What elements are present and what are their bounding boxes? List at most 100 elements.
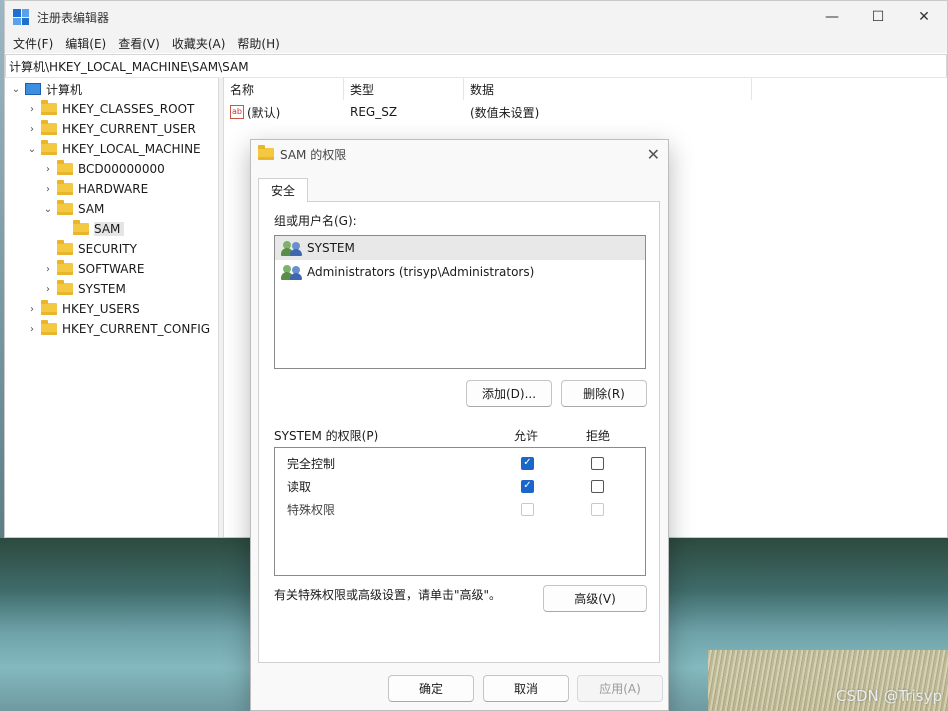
allow-special-checkbox <box>521 502 534 516</box>
user-name: Administrators (trisyp\Administrators) <box>307 265 535 279</box>
folder-icon <box>57 180 73 195</box>
security-tab-panel: 组或用户名(G): SYSTEM Administrators (trisyp\… <box>258 201 660 663</box>
chevron-right-icon[interactable]: › <box>43 284 53 295</box>
address-text: 计算机\HKEY_LOCAL_MACHINE\SAM\SAM <box>9 59 249 74</box>
computer-icon <box>25 83 41 95</box>
tree-label: HKEY_CURRENT_USER <box>62 122 196 136</box>
chevron-right-icon[interactable]: › <box>27 124 37 135</box>
chevron-right-icon[interactable]: › <box>43 164 53 175</box>
ok-button[interactable]: 确定 <box>388 675 474 702</box>
tree-node-sam[interactable]: ⌄ SAM <box>43 199 104 219</box>
dialog-close-icon[interactable]: ✕ <box>647 145 660 164</box>
advanced-hint: 有关特殊权限或高级设置，请单击"高级"。 <box>274 588 502 602</box>
menu-file[interactable]: 文件(F) <box>7 35 59 52</box>
tree-node-hku[interactable]: › HKEY_USERS <box>27 299 140 319</box>
close-button[interactable]: ✕ <box>901 1 947 33</box>
tree-label: SECURITY <box>78 242 137 256</box>
perm-name: 完全控制 <box>287 456 336 471</box>
folder-icon <box>258 145 274 160</box>
minimize-button[interactable]: — <box>809 1 855 33</box>
registry-tree: ⌄ 计算机 › HKEY_CLASSES_ROOT › HKEY_CURRENT… <box>5 77 219 537</box>
chevron-right-icon[interactable]: › <box>27 324 37 335</box>
watermark: CSDN @Trisyp <box>835 687 942 705</box>
address-bar[interactable]: 计算机\HKEY_LOCAL_MACHINE\SAM\SAM <box>5 54 947 78</box>
title-bar[interactable]: 注册表编辑器 — ☐ ✕ <box>5 1 947 33</box>
column-header-data[interactable]: 数据 <box>464 78 752 100</box>
deny-special-checkbox <box>591 502 604 516</box>
perm-row-read: 读取 ✓ <box>275 475 645 497</box>
perm-row-full-control: 完全控制 ✓ <box>275 452 645 474</box>
allow-header: 允许 <box>514 429 539 443</box>
chevron-right-icon[interactable]: › <box>43 184 53 195</box>
tree-node-security[interactable]: SECURITY <box>43 239 137 259</box>
perm-name: 读取 <box>287 479 312 494</box>
tree-node-sam-sam[interactable]: SAM <box>59 219 125 239</box>
tree-label: HKEY_CURRENT_CONFIG <box>62 322 211 336</box>
menu-edit[interactable]: 编辑(E) <box>59 35 112 52</box>
menu-bar: 文件(F) 编辑(E) 查看(V) 收藏夹(A) 帮助(H) <box>5 33 947 53</box>
dialog-title-bar[interactable]: SAM 的权限 <box>251 140 668 168</box>
chevron-right-icon[interactable]: › <box>43 264 53 275</box>
users-icon <box>281 264 303 280</box>
tree-node-hklm[interactable]: ⌄ HKEY_LOCAL_MACHINE <box>27 139 201 159</box>
tree-label: HARDWARE <box>78 182 149 196</box>
apply-button: 应用(A) <box>577 675 663 702</box>
folder-icon <box>57 280 73 295</box>
chevron-down-icon[interactable]: ⌄ <box>11 84 21 95</box>
tree-node-computer[interactable]: ⌄ 计算机 <box>11 79 82 99</box>
menu-view[interactable]: 查看(V) <box>112 35 166 52</box>
remove-button[interactable]: 删除(R) <box>561 380 647 407</box>
string-value-icon: ab <box>230 105 244 119</box>
tab-security[interactable]: 安全 <box>258 178 308 202</box>
registry-app-icon <box>13 9 29 25</box>
add-button[interactable]: 添加(D)... <box>466 380 552 407</box>
value-name: (默认) <box>247 105 281 120</box>
folder-icon <box>41 120 57 135</box>
tree-label: SOFTWARE <box>78 262 145 276</box>
tree-node-system[interactable]: › SYSTEM <box>43 279 126 299</box>
user-item-administrators[interactable]: Administrators (trisyp\Administrators) <box>275 260 645 284</box>
tree-node-hkcu[interactable]: › HKEY_CURRENT_USER <box>27 119 196 139</box>
column-header-type[interactable]: 类型 <box>344 78 464 100</box>
deny-full-control-checkbox[interactable] <box>591 456 604 470</box>
chevron-right-icon[interactable]: › <box>27 104 37 115</box>
advanced-button[interactable]: 高级(V) <box>543 585 647 612</box>
tree-node-bcd[interactable]: › BCD00000000 <box>43 159 165 179</box>
permissions-list: 完全控制 ✓ 读取 ✓ 特殊权限 <box>274 447 646 576</box>
value-type: REG_SZ <box>350 105 398 119</box>
deny-read-checkbox[interactable] <box>591 479 604 493</box>
chevron-down-icon[interactable]: ⌄ <box>43 204 53 215</box>
tree-node-hkcc[interactable]: › HKEY_CURRENT_CONFIG <box>27 319 210 339</box>
tree-label: HKEY_CLASSES_ROOT <box>62 102 195 116</box>
perm-row-special: 特殊权限 <box>275 498 645 520</box>
permissions-label: SYSTEM 的权限(P) <box>274 429 379 443</box>
column-header-name[interactable]: 名称 <box>224 78 344 100</box>
tree-node-hardware[interactable]: › HARDWARE <box>43 179 148 199</box>
dialog-title: SAM 的权限 <box>280 147 347 162</box>
tree-node-software[interactable]: › SOFTWARE <box>43 259 144 279</box>
folder-icon <box>41 300 57 315</box>
tree-node-hkcr[interactable]: › HKEY_CLASSES_ROOT <box>27 99 194 119</box>
chevron-down-icon[interactable]: ⌄ <box>27 144 37 155</box>
tree-label: HKEY_LOCAL_MACHINE <box>62 142 201 156</box>
value-row-default[interactable]: ab (默认) <box>230 102 280 122</box>
tree-label-selected: SAM <box>94 222 125 236</box>
folder-icon <box>41 320 57 335</box>
allow-full-control-checkbox[interactable]: ✓ <box>521 456 534 470</box>
tree-label: SAM <box>78 202 105 216</box>
maximize-button[interactable]: ☐ <box>855 1 901 33</box>
menu-favorites[interactable]: 收藏夹(A) <box>166 35 232 52</box>
folder-icon <box>57 200 73 215</box>
user-name: SYSTEM <box>307 241 355 255</box>
user-list: SYSTEM Administrators (trisyp\Administra… <box>274 235 646 369</box>
folder-icon <box>41 140 57 155</box>
group-user-label: 组或用户名(G): <box>274 214 357 228</box>
cancel-button[interactable]: 取消 <box>483 675 569 702</box>
tree-label: 计算机 <box>46 82 83 97</box>
menu-help[interactable]: 帮助(H) <box>231 35 285 52</box>
allow-read-checkbox[interactable]: ✓ <box>521 479 534 493</box>
chevron-right-icon[interactable]: › <box>27 304 37 315</box>
tree-label: SYSTEM <box>78 282 126 296</box>
user-item-system[interactable]: SYSTEM <box>275 236 645 260</box>
folder-icon <box>57 160 73 175</box>
